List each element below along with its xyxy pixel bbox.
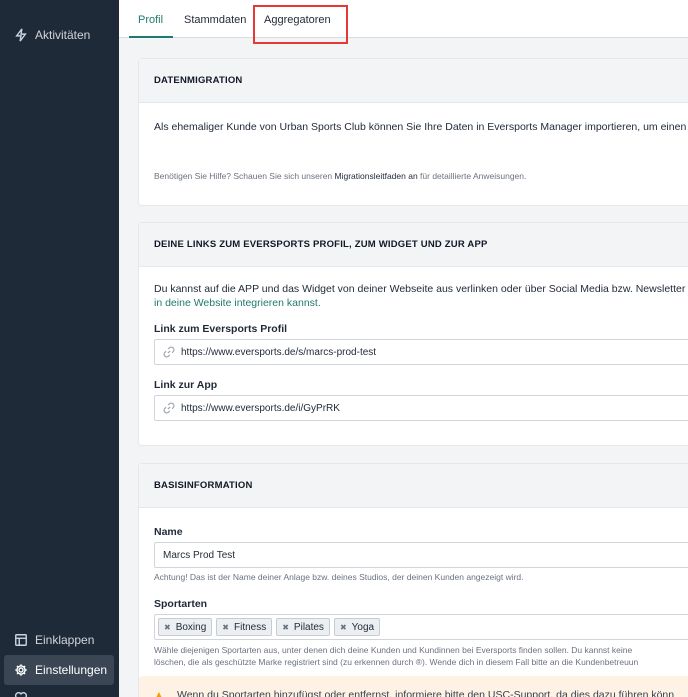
migration-card: DATENMIGRATION Als ehemaliger Kunde von … xyxy=(139,59,688,205)
main-content: Profil Stammdaten Aggregatoren DATENMIGR… xyxy=(119,0,688,697)
app-link-value: https://www.eversports.de/i/GyPrRK xyxy=(181,402,340,414)
heart-icon xyxy=(14,690,28,697)
sport-tag[interactable]: ✖ Pilates xyxy=(276,618,330,636)
collapse-icon xyxy=(14,633,28,647)
basis-heading: BASISINFORMATION xyxy=(139,464,688,508)
sidebar-item-einstellungen[interactable]: Einstellungen xyxy=(4,655,114,685)
sport-tag-label: Fitness xyxy=(233,621,267,633)
sidebar-item-label: Aktivitäten xyxy=(35,28,91,42)
sport-tag-label: Pilates xyxy=(293,621,324,633)
remove-icon[interactable]: ✖ xyxy=(340,623,347,632)
sports-label: Sportarten xyxy=(154,598,208,610)
profile-link-value: https://www.eversports.de/s/marcs-prod-t… xyxy=(181,346,377,358)
sport-tag-label: Yoga xyxy=(351,621,375,633)
sport-tag[interactable]: ✖ Boxing xyxy=(158,618,213,636)
name-label: Name xyxy=(154,526,183,538)
links-text: Du kannst auf die APP und das Widget von… xyxy=(154,283,688,295)
sidebar-item-partial[interactable] xyxy=(4,687,114,697)
sidebar-item-einklappen[interactable]: Einklappen xyxy=(4,625,114,655)
links-integration-link[interactable]: in deine Website integrieren kannst. xyxy=(154,297,321,309)
app-link-field[interactable]: https://www.eversports.de/i/GyPrRK xyxy=(154,395,688,421)
sports-hint-line-1: Wähle diejenigen Sportarten aus, unter d… xyxy=(154,645,633,655)
remove-icon[interactable]: ✖ xyxy=(222,623,229,632)
sport-tag-label: Boxing xyxy=(175,621,207,633)
sports-tag-input[interactable]: ✖ Boxing ✖ Fitness ✖ Pilates ✖ Yoga xyxy=(154,614,688,640)
bolt-icon xyxy=(14,28,28,42)
migration-text: Als ehemaliger Kunde von Urban Sports Cl… xyxy=(154,121,688,133)
tab-bar: Profil Stammdaten Aggregatoren xyxy=(119,0,688,44)
profile-link-field[interactable]: https://www.eversports.de/s/marcs-prod-t… xyxy=(154,339,688,365)
remove-icon[interactable]: ✖ xyxy=(282,623,289,632)
tab-stammdaten[interactable]: Stammdaten xyxy=(184,14,246,38)
warning-text: Wenn du Sportarten hinzufügst oder entfe… xyxy=(177,689,675,697)
migration-help: Benötigen Sie Hilfe? Schauen Sie sich un… xyxy=(154,171,526,181)
migration-help-suffix: für detaillierte Anweisungen. xyxy=(417,171,527,181)
profile-link-label: Link zum Eversports Profil xyxy=(154,323,288,335)
migration-guide-link[interactable]: Migrationsleitfaden an xyxy=(335,171,418,181)
links-heading: DEINE LINKS ZUM EVERSPORTS PROFIL, ZUM W… xyxy=(139,223,688,267)
remove-icon[interactable]: ✖ xyxy=(164,623,171,632)
link-icon xyxy=(163,346,175,358)
links-card: DEINE LINKS ZUM EVERSPORTS PROFIL, ZUM W… xyxy=(139,223,688,445)
name-hint: Achtung! Das ist der Name deiner Anlage … xyxy=(154,572,524,582)
migration-heading: DATENMIGRATION xyxy=(139,59,688,103)
sidebar-item-aktivitaeten[interactable]: Aktivitäten xyxy=(4,20,114,50)
sidebar-item-label: Einstellungen xyxy=(35,663,108,677)
name-input[interactable]: Marcs Prod Test xyxy=(154,542,688,568)
warning-icon: ▲ xyxy=(153,688,165,697)
sport-tag[interactable]: ✖ Yoga xyxy=(333,618,381,636)
sports-hint-line-2: löschen, die als geschützte Marke regist… xyxy=(154,657,639,667)
warning-banner: ▲ Wenn du Sportarten hinzufügst oder ent… xyxy=(139,676,688,697)
link-icon xyxy=(163,402,175,414)
migration-help-prefix: Benötigen Sie Hilfe? Schauen Sie sich un… xyxy=(154,171,335,181)
app-link-label: Link zur App xyxy=(154,379,218,391)
gear-icon xyxy=(14,663,28,677)
basis-card: BASISINFORMATION Name Marcs Prod Test Ac… xyxy=(139,464,688,697)
sport-tag[interactable]: ✖ Fitness xyxy=(216,618,273,636)
sidebar-item-label: Einklappen xyxy=(35,633,95,647)
tab-aggregatoren[interactable]: Aggregatoren xyxy=(264,14,331,38)
tab-profil[interactable]: Profil xyxy=(129,14,173,38)
sidebar: Aktivitäten Einklappen Einstellungen xyxy=(0,0,119,697)
